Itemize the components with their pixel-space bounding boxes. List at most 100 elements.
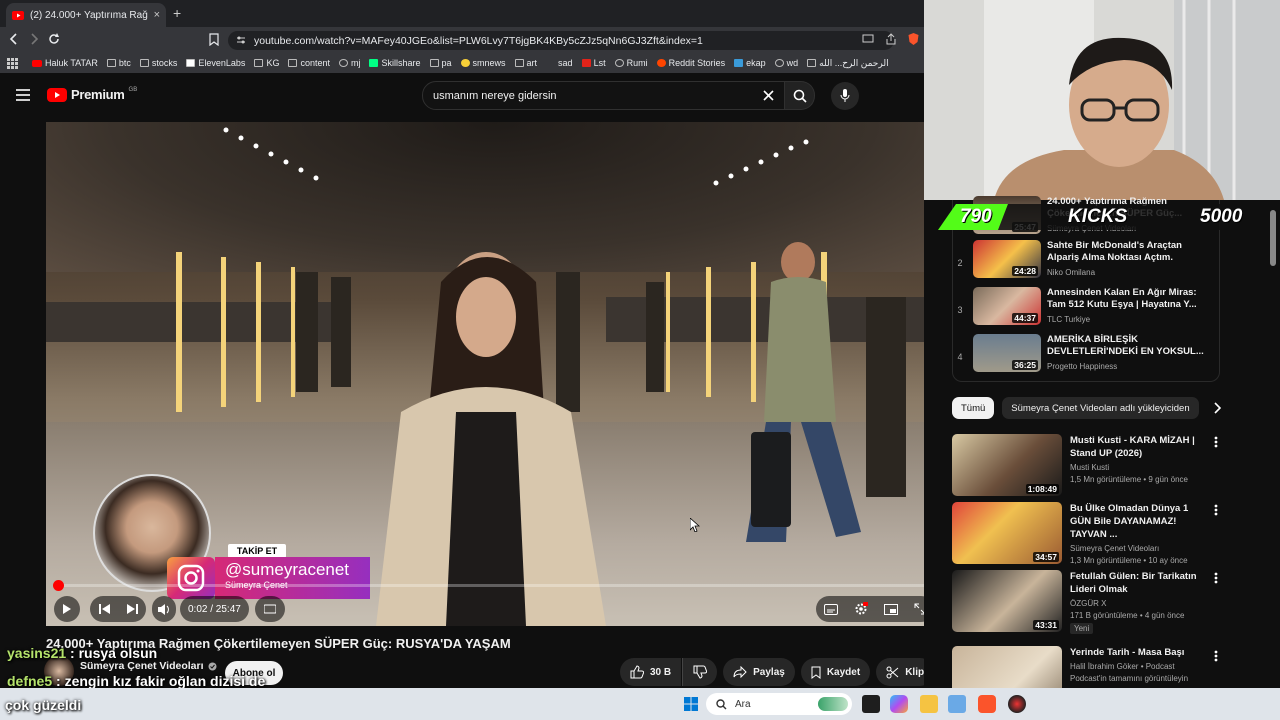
recommendation-item[interactable]: 34:57 Bu Ülke Olmadan Dünya 1 GÜN Bile D… — [952, 502, 1232, 565]
recommendation-thumbnail: 1:08:49 — [952, 434, 1062, 496]
taskbar-search[interactable]: Ara — [706, 693, 852, 715]
recommendation-title: Fetullah Gülen: Bir Tarikatın Lideri Olm… — [1070, 571, 1197, 595]
obs-icon[interactable] — [1008, 695, 1026, 713]
folder-icon — [429, 59, 439, 67]
thumbs-up-icon — [630, 665, 644, 679]
chapters-button[interactable] — [254, 596, 285, 622]
bookmark-item[interactable]: ekap — [734, 58, 766, 68]
share-button[interactable]: Paylaş — [723, 658, 795, 686]
apps-grid-icon[interactable] — [7, 58, 18, 69]
bookmark-item[interactable]: Lst — [581, 58, 606, 68]
bookmark-item[interactable]: wd — [774, 58, 798, 68]
recommendation-item[interactable]: 1:08:49 Musti Kusti - KARA MİZAH | Stand… — [952, 434, 1232, 496]
s-red-icon — [581, 59, 591, 67]
dislike-button[interactable] — [682, 658, 718, 686]
like-button[interactable]: 30 B — [620, 658, 682, 686]
chip-all[interactable]: Tümü — [952, 397, 995, 419]
bookmark-item[interactable]: الرحمن الرح... الله — [807, 58, 889, 69]
bookmark-folder[interactable]: art — [514, 58, 537, 68]
site-info-icon[interactable] — [236, 36, 246, 45]
folder-icon — [139, 59, 149, 67]
chip-uploader[interactable]: Sümeyra Çenet Videoları adlı yükleyicide… — [1002, 397, 1199, 419]
bookmark-folder[interactable]: pa — [429, 58, 452, 68]
reload-icon[interactable] — [47, 32, 61, 46]
youtube-premium-logo[interactable]: Premium GB — [47, 87, 137, 102]
progress-scrubber[interactable] — [53, 580, 64, 591]
screen-cast-icon[interactable] — [862, 34, 874, 44]
snipping-tool-icon[interactable] — [948, 695, 966, 713]
file-explorer-icon[interactable] — [920, 695, 938, 713]
bookmark-item[interactable]: mj — [338, 58, 360, 68]
playlist-item[interactable]: 2 24:28 Sahte Bir McDonald's Araçtan Alp… — [953, 240, 1221, 286]
prev-next-group — [90, 596, 146, 622]
save-button[interactable]: Kaydet — [800, 658, 871, 686]
taskbar-search-icon — [716, 698, 727, 710]
next-icon[interactable] — [126, 604, 138, 614]
bookmark-item[interactable]: smnews — [460, 58, 506, 68]
task-view-icon[interactable] — [862, 695, 880, 713]
youtube-bookmark-icon — [32, 59, 42, 67]
search-input[interactable]: usmanım nereye gidersin — [422, 81, 785, 110]
voice-search-button[interactable] — [831, 82, 859, 110]
recommendation-item[interactable]: Yerinde Tarih - Masa Başı Halil İbrahim … — [952, 646, 1232, 688]
bookmark-folder[interactable]: content — [288, 58, 330, 68]
recommendation-item[interactable]: 43:31 Fetullah Gülen: Bir Tarikatın Lide… — [952, 570, 1232, 634]
forward-icon[interactable] — [28, 32, 40, 46]
address-bar[interactable]: youtube.com/watch?v=MAFey40JGEo&list=PLW… — [228, 31, 894, 50]
volume-button[interactable] — [152, 596, 176, 622]
brave-shield-icon[interactable] — [907, 32, 920, 46]
playlist-item[interactable]: 4 36:25 AMERİKA BİRLEŞİK DEVLETLERİ'NDEK… — [953, 334, 1221, 380]
bookmark-folder[interactable]: btc — [106, 58, 131, 68]
playlist-item[interactable]: 3 44:37 Annesinden Kalan En Ağır Miras: … — [953, 287, 1221, 333]
playlist-item-title: AMERİKA BİRLEŞİK DEVLETLERİ'NDEKİ EN YOK… — [1047, 334, 1204, 357]
new-tab-icon[interactable]: + — [173, 5, 181, 21]
slash-icon — [546, 59, 555, 67]
bookmark-item[interactable]: Rumi — [614, 58, 648, 68]
bookmark-item[interactable]: ElevenLabs — [186, 58, 245, 68]
browser-tab[interactable]: (2) 24.000+ Yaptırıma Rağme × — [6, 3, 166, 27]
copilot-icon[interactable] — [890, 695, 908, 713]
time-text: 0:02 / 25:47 — [188, 603, 241, 615]
brave-browser-icon[interactable] — [978, 695, 996, 713]
play-button[interactable] — [54, 596, 80, 622]
bookmark-item[interactable]: Reddit Stories — [656, 58, 725, 68]
windows-start-icon[interactable] — [684, 697, 698, 711]
bookmark-item[interactable]: Haluk TATAR — [32, 58, 98, 68]
subtitles-icon[interactable] — [824, 603, 838, 615]
tab-close-icon[interactable]: × — [154, 9, 160, 21]
clear-search-icon[interactable] — [763, 90, 774, 101]
scrollbar-thumb[interactable] — [1270, 210, 1276, 266]
search-query: usmanım nereye gidersin — [433, 89, 557, 102]
bookmark-folder[interactable]: stocks — [139, 58, 177, 68]
sidebar-scrollbar[interactable] — [1270, 200, 1276, 688]
bookmark-item[interactable]: sad — [546, 58, 573, 68]
github-icon — [338, 59, 348, 67]
progress-bar[interactable] — [53, 580, 934, 591]
webcam-scene — [924, 0, 1280, 200]
more-vertical-icon[interactable] — [1214, 572, 1218, 584]
more-vertical-icon[interactable] — [1214, 504, 1218, 516]
menu-icon[interactable] — [16, 89, 30, 101]
settings-gear-icon[interactable] — [854, 602, 868, 616]
bookmark-item[interactable]: Skillshare — [369, 58, 421, 68]
elevenlabs-icon — [186, 59, 196, 67]
more-vertical-icon[interactable] — [1214, 436, 1218, 448]
video-player[interactable]: TAKİP ET @sumeyracenet Sümeyra Çenet 0:0… — [46, 122, 942, 626]
bookmark-folder[interactable]: KG — [254, 58, 279, 68]
chat-message: çok güzeldi — [5, 697, 81, 713]
mouse-cursor-icon — [690, 518, 700, 532]
bookmark-page-icon[interactable] — [209, 33, 219, 46]
miniplayer-icon[interactable] — [884, 603, 898, 615]
kicks-goal: 5000 — [1200, 206, 1243, 227]
time-display: 0:02 / 25:47 — [180, 596, 249, 622]
more-vertical-icon[interactable] — [1214, 650, 1218, 662]
recommendation-stats: 171 B görüntüleme • 4 gün önce — [1070, 611, 1185, 620]
bookmarks-bar: Haluk TATAR btc stocks ElevenLabs KG con… — [0, 53, 924, 73]
previous-icon[interactable] — [98, 604, 110, 614]
search-button[interactable] — [785, 81, 815, 110]
back-icon[interactable] — [8, 32, 20, 46]
share-icon[interactable] — [885, 33, 897, 45]
chat-message: defne5 : zengin kız fakir oğlan dizisi d… — [7, 673, 265, 689]
chevron-right-icon[interactable] — [1213, 402, 1221, 414]
channel-name-row[interactable]: Sümeyra Çenet Videoları — [80, 660, 217, 672]
